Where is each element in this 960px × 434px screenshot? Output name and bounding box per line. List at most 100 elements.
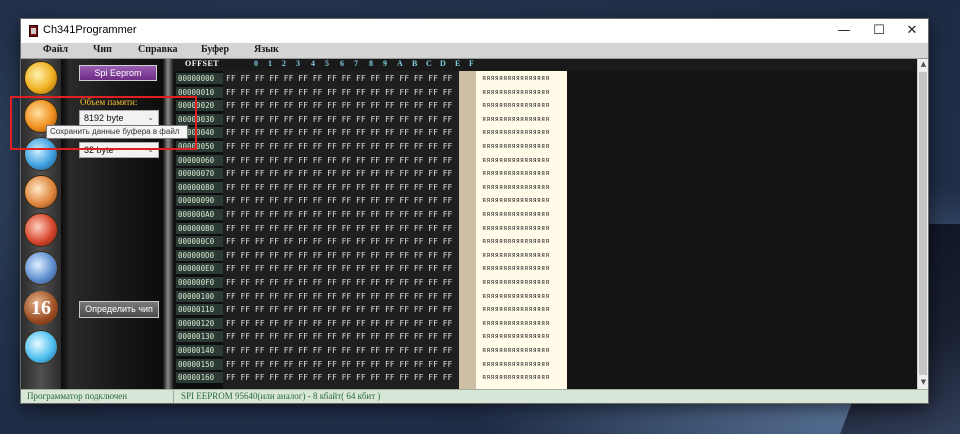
vertical-scrollbar[interactable]: ▲ ▼: [917, 59, 928, 389]
offset-cell: 000000E0: [176, 263, 224, 274]
menu-bar: Файл Чип Справка Буфер Язык: [21, 43, 928, 59]
hex-16-icon[interactable]: 16: [24, 291, 58, 325]
ascii-row[interactable]: яяяяяяяяяяяяяяяя: [482, 155, 549, 166]
offset-cell: 00000080: [176, 182, 224, 193]
editor-empty-area: [567, 71, 917, 389]
hex-row[interactable]: FF FF FF FF FF FF FF FF FF FF FF FF FF F…: [226, 250, 452, 261]
ascii-row[interactable]: яяяяяяяяяяяяяяяя: [482, 291, 549, 302]
hex-row[interactable]: FF FF FF FF FF FF FF FF FF FF FF FF FF F…: [226, 331, 452, 342]
hex-row[interactable]: FF FF FF FF FF FF FF FF FF FF FF FF FF F…: [226, 277, 452, 288]
menu-chip[interactable]: Чип: [93, 44, 112, 55]
ascii-row[interactable]: яяяяяяяяяяяяяяяя: [482, 304, 549, 315]
menu-language[interactable]: Язык: [254, 44, 279, 55]
ascii-row[interactable]: яяяяяяяяяяяяяяяя: [482, 209, 549, 220]
offset-cell: 00000130: [176, 331, 224, 342]
hex-column-header: B: [412, 59, 418, 68]
ascii-row[interactable]: яяяяяяяяяяяяяяяя: [482, 141, 549, 152]
ascii-row[interactable]: яяяяяяяяяяяяяяяя: [482, 168, 549, 179]
offset-cell: 00000000: [176, 73, 224, 84]
write-chip-icon[interactable]: [24, 175, 58, 209]
ascii-row[interactable]: яяяяяяяяяяяяяяяя: [482, 277, 549, 288]
hex-row[interactable]: FF FF FF FF FF FF FF FF FF FF FF FF FF F…: [226, 318, 452, 329]
hex-row[interactable]: FF FF FF FF FF FF FF FF FF FF FF FF FF F…: [226, 73, 452, 84]
hex-row[interactable]: FF FF FF FF FF FF FF FF FF FF FF FF FF F…: [226, 195, 452, 206]
ascii-row[interactable]: яяяяяяяяяяяяяяяя: [482, 236, 549, 247]
ascii-row[interactable]: яяяяяяяяяяяяяяяя: [482, 127, 549, 138]
hex-column-header: 1: [268, 59, 272, 68]
offset-cell: 00000060: [176, 155, 224, 166]
chip-info-status: SPI EEPROM 95640(или аналог) - 8 кбайт( …: [181, 391, 381, 401]
hex-row[interactable]: FF FF FF FF FF FF FF FF FF FF FF FF FF F…: [226, 127, 452, 138]
ascii-row[interactable]: яяяяяяяяяяяяяяяя: [482, 250, 549, 261]
hex-row[interactable]: FF FF FF FF FF FF FF FF FF FF FF FF FF F…: [226, 155, 452, 166]
chip-type-button[interactable]: Spi Eeprom: [79, 65, 157, 81]
connection-status: Программатор подключен: [27, 391, 128, 401]
read-chip-icon[interactable]: [24, 61, 58, 95]
menu-help[interactable]: Справка: [138, 44, 178, 55]
highlight-annotation: [10, 96, 197, 150]
verify-chip-icon[interactable]: [24, 251, 58, 285]
close-button[interactable]: ✕: [895, 19, 929, 43]
hex-column-header: E: [455, 59, 461, 68]
ascii-row[interactable]: яяяяяяяяяяяяяяяя: [482, 87, 549, 98]
offset-cell: 00000140: [176, 345, 224, 356]
ascii-row[interactable]: яяяяяяяяяяяяяяяя: [482, 182, 549, 193]
ascii-row[interactable]: яяяяяяяяяяяяяяяя: [482, 263, 549, 274]
detect-chip-button[interactable]: Определить чип: [79, 301, 159, 318]
menu-buffer[interactable]: Буфер: [201, 44, 229, 55]
hex-row[interactable]: FF FF FF FF FF FF FF FF FF FF FF FF FF F…: [226, 223, 452, 234]
hex-row[interactable]: FF FF FF FF FF FF FF FF FF FF FF FF FF F…: [226, 209, 452, 220]
offset-cell: 000000B0: [176, 223, 224, 234]
erase-chip-icon[interactable]: [24, 213, 58, 247]
ascii-row[interactable]: яяяяяяяяяяяяяяяя: [482, 223, 549, 234]
hex-row[interactable]: FF FF FF FF FF FF FF FF FF FF FF FF FF F…: [226, 100, 452, 111]
scroll-down-icon[interactable]: ▼: [918, 377, 929, 388]
menu-file[interactable]: Файл: [43, 44, 68, 55]
hex-row[interactable]: FF FF FF FF FF FF FF FF FF FF FF FF FF F…: [226, 236, 452, 247]
ascii-row[interactable]: яяяяяяяяяяяяяяяя: [482, 359, 549, 370]
offset-header: OFFSET: [185, 59, 220, 68]
maximize-button[interactable]: ☐: [862, 19, 896, 43]
minimize-button[interactable]: —: [827, 19, 861, 43]
hex-row[interactable]: FF FF FF FF FF FF FF FF FF FF FF FF FF F…: [226, 182, 452, 193]
hex-column-header: F: [469, 59, 474, 68]
about-icon[interactable]: [24, 330, 58, 364]
offset-cell: 000000D0: [176, 250, 224, 261]
offset-cell: 00000090: [176, 195, 224, 206]
hex-column-header: A: [397, 59, 403, 68]
ascii-row[interactable]: яяяяяяяяяяяяяяяя: [482, 100, 549, 111]
hex-row[interactable]: FF FF FF FF FF FF FF FF FF FF FF FF FF F…: [226, 359, 452, 370]
ascii-row[interactable]: яяяяяяяяяяяяяяяя: [482, 345, 549, 356]
hex-row[interactable]: FF FF FF FF FF FF FF FF FF FF FF FF FF F…: [226, 87, 452, 98]
hex-column-header: 7: [354, 59, 358, 68]
hex-column-header: 8: [369, 59, 373, 68]
scrollbar-thumb[interactable]: [919, 72, 927, 375]
hex-row[interactable]: FF FF FF FF FF FF FF FF FF FF FF FF FF F…: [226, 291, 452, 302]
hex-ascii-separator: [459, 71, 476, 389]
hex-row[interactable]: FF FF FF FF FF FF FF FF FF FF FF FF FF F…: [226, 141, 452, 152]
hex-column-header: D: [440, 59, 446, 68]
offset-cell: 00000150: [176, 359, 224, 370]
ascii-row[interactable]: яяяяяяяяяяяяяяяя: [482, 73, 549, 84]
ascii-row[interactable]: яяяяяяяяяяяяяяяя: [482, 318, 549, 329]
offset-cell: 00000070: [176, 168, 224, 179]
hex-row[interactable]: FF FF FF FF FF FF FF FF FF FF FF FF FF F…: [226, 114, 452, 125]
window-title: Ch341Programmer: [43, 24, 137, 36]
scroll-up-icon[interactable]: ▲: [918, 59, 929, 70]
ascii-row[interactable]: яяяяяяяяяяяяяяяя: [482, 372, 549, 383]
hex-column-header: 0: [254, 59, 258, 68]
app-window: Ch341Programmer — ☐ ✕ Файл Чип Справка Б…: [10, 18, 929, 404]
hex-row[interactable]: FF FF FF FF FF FF FF FF FF FF FF FF FF F…: [226, 372, 452, 383]
ascii-row[interactable]: яяяяяяяяяяяяяяяя: [482, 195, 549, 206]
ascii-row[interactable]: яяяяяяяяяяяяяяяя: [482, 331, 549, 342]
hex-row[interactable]: FF FF FF FF FF FF FF FF FF FF FF FF FF F…: [226, 345, 452, 356]
hex-column-header: C: [426, 59, 432, 68]
hex-data-area[interactable]: FF FF FF FF FF FF FF FF FF FF FF FF FF F…: [223, 71, 459, 389]
hex-row[interactable]: FF FF FF FF FF FF FF FF FF FF FF FF FF F…: [226, 304, 452, 315]
hex-row[interactable]: FF FF FF FF FF FF FF FF FF FF FF FF FF F…: [226, 263, 452, 274]
ascii-data-area[interactable]: яяяяяяяяяяяяяяяя яяяяяяяяяяяяяяяя яяяяяяяя…: [476, 71, 567, 389]
ascii-row[interactable]: яяяяяяяяяяяяяяяя: [482, 114, 549, 125]
offset-cell: 00000100: [176, 291, 224, 302]
hex-column-header: 3: [296, 59, 300, 68]
hex-row[interactable]: FF FF FF FF FF FF FF FF FF FF FF FF FF F…: [226, 168, 452, 179]
